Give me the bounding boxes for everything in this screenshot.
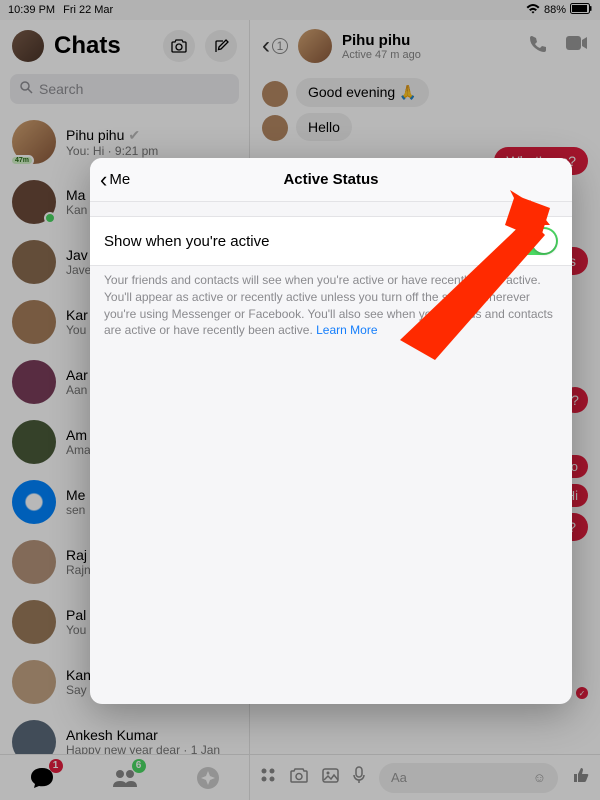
modal-back-button[interactable]: ‹ Me [100, 169, 130, 191]
active-status-modal: ‹ Me Active Status Show when you're acti… [90, 158, 572, 704]
modal-title: Active Status [283, 171, 378, 188]
modal-header: ‹ Me Active Status [90, 158, 572, 202]
chevron-left-icon: ‹ [100, 169, 107, 191]
active-status-toggle[interactable] [510, 227, 558, 255]
active-status-toggle-row: Show when you're active [90, 217, 572, 265]
setting-description: Your friends and contacts will see when … [90, 266, 572, 353]
learn-more-link[interactable]: Learn More [316, 323, 377, 337]
setting-label: Show when you're active [104, 233, 269, 250]
